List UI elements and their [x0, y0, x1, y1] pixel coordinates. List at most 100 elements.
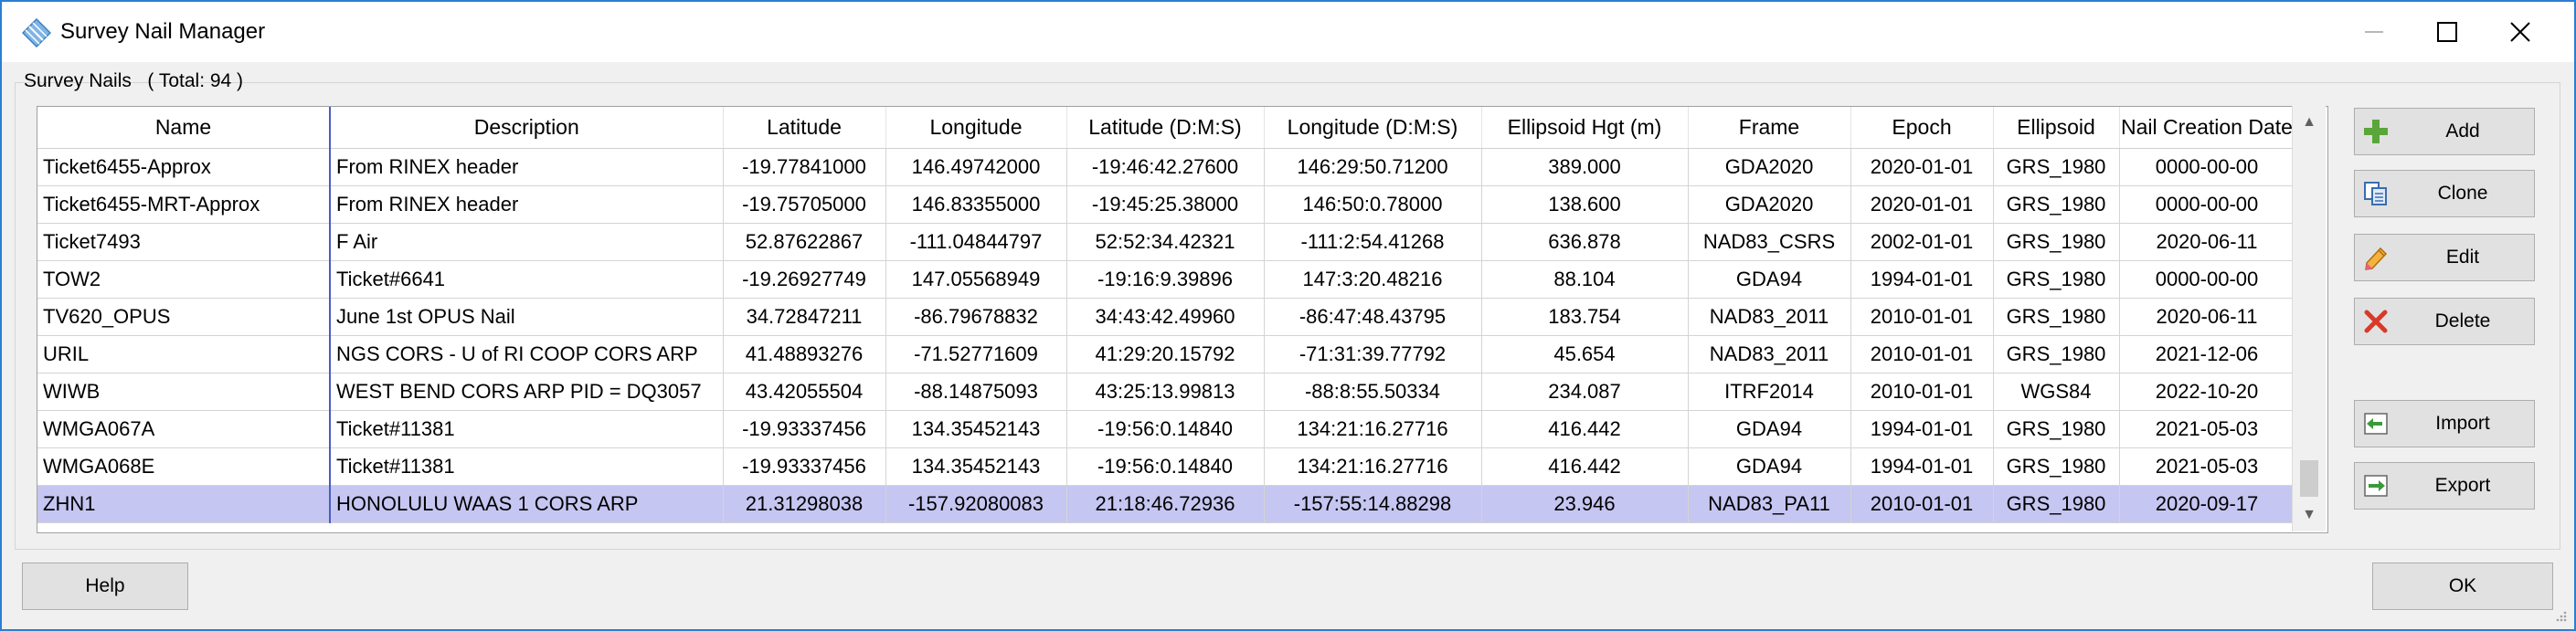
- cell-name: TV620_OPUS: [37, 298, 331, 336]
- cell-epoch: 1994-01-01: [1850, 447, 1994, 486]
- column-header-latitude[interactable]: Latitude: [723, 107, 886, 149]
- cell-nail-creation-date: 0000-00-00: [2119, 185, 2295, 224]
- clone-button-label: Clone: [2437, 183, 2488, 204]
- cell-name: Ticket7493: [37, 223, 331, 261]
- cell-description: WEST BEND CORS ARP PID = DQ3057: [330, 373, 724, 411]
- table-row[interactable]: ZHN1 HONOLULU WAAS 1 CORS ARP 21.31298038-…: [37, 485, 2295, 523]
- column-header-longitude-dms[interactable]: Longitude (D:M:S): [1264, 107, 1482, 149]
- cell-longitude-dms: 134:21:16.27716: [1264, 447, 1482, 486]
- cell-longitude: -86.79678832: [885, 298, 1067, 336]
- resize-grip-icon[interactable]: [2554, 609, 2567, 622]
- app-logo-icon: [22, 18, 51, 47]
- cell-latitude: -19.26927749: [723, 260, 886, 299]
- cell-frame: GDA94: [1688, 410, 1851, 448]
- cell-longitude-dms: -157:55:14.88298: [1264, 485, 1482, 523]
- table-row[interactable]: TOW2 Ticket#6641 -19.26927749 147.05568949-…: [37, 260, 2295, 299]
- import-button[interactable]: Import: [2354, 400, 2535, 447]
- cell-ellipsoid: GRS_1980: [1993, 298, 2120, 336]
- table-row[interactable]: Ticket6455-Approx From RINEX header -19.77…: [37, 148, 2295, 186]
- minimize-button[interactable]: [2337, 9, 2411, 55]
- table-row[interactable]: WMGA067A Ticket#11381 -19.93337456 134.3545…: [37, 410, 2295, 448]
- group-title: Survey Nails: [24, 70, 132, 91]
- cell-name: WIWB: [37, 373, 331, 411]
- cell-description: June 1st OPUS Nail: [330, 298, 724, 336]
- column-header-epoch[interactable]: Epoch: [1850, 107, 1994, 149]
- cell-description: Ticket#11381: [330, 410, 724, 448]
- cell-latitude: 43.42055504: [723, 373, 886, 411]
- scroll-down-icon[interactable]: ▼: [2293, 499, 2326, 531]
- cell-latitude-dms: 43:25:13.99813: [1066, 373, 1265, 411]
- pencil-icon: [2365, 247, 2388, 270]
- table-row[interactable]: WMGA068E Ticket#11381 -19.93337456 134.3545…: [37, 447, 2295, 486]
- cell-latitude: 52.87622867: [723, 223, 886, 261]
- add-button[interactable]: Add: [2354, 108, 2535, 155]
- cell-nail-creation-date: 0000-00-00: [2119, 260, 2295, 299]
- cell-longitude-dms: 147:3:20.48216: [1264, 260, 1482, 299]
- help-button[interactable]: Help: [22, 563, 188, 610]
- cell-ellipsoid: WGS84: [1993, 373, 2120, 411]
- table-row[interactable]: Ticket7493 F Air 52.87622867 -111.04844797 5…: [37, 223, 2295, 261]
- cell-longitude-dms: -86:47:48.43795: [1264, 298, 1482, 336]
- cell-frame: NAD83_CSRS: [1688, 223, 1851, 261]
- column-header-ellipsoid[interactable]: Ellipsoid: [1993, 107, 2120, 149]
- export-button[interactable]: Export: [2354, 462, 2535, 510]
- cell-longitude: -71.52771609: [885, 335, 1067, 373]
- cell-longitude: 147.05568949: [885, 260, 1067, 299]
- close-icon: [2510, 22, 2530, 42]
- table-row[interactable]: Ticket6455-MRT-Approx From RINEX header -1…: [37, 185, 2295, 224]
- scrollbar-thumb[interactable]: [2300, 460, 2318, 497]
- column-header-nail-creation-date[interactable]: Nail Creation Date: [2119, 107, 2295, 149]
- cell-frame: ITRF2014: [1688, 373, 1851, 411]
- column-header-longitude[interactable]: Longitude: [885, 107, 1067, 149]
- title-bar[interactable]: Survey Nail Manager: [2, 2, 2574, 62]
- cell-ellipsoid-hgt: 183.754: [1481, 298, 1689, 336]
- table-header-row: Name Description Latitude Longitude Lati…: [37, 107, 2295, 149]
- delete-x-icon: [2364, 310, 2388, 333]
- cell-latitude: -19.75705000: [723, 185, 886, 224]
- cell-description: NGS CORS - U of RI COOP CORS ARP: [330, 335, 724, 373]
- cell-epoch: 2010-01-01: [1850, 373, 1994, 411]
- cell-ellipsoid: GRS_1980: [1993, 185, 2120, 224]
- plus-icon: [2364, 120, 2388, 143]
- delete-button[interactable]: Delete: [2354, 298, 2535, 345]
- cell-epoch: 2020-01-01: [1850, 185, 1994, 224]
- cell-ellipsoid-hgt: 45.654: [1481, 335, 1689, 373]
- cell-latitude: -19.93337456: [723, 447, 886, 486]
- column-header-description[interactable]: Description: [330, 107, 724, 149]
- cell-epoch: 2010-01-01: [1850, 335, 1994, 373]
- column-header-latitude-dms[interactable]: Latitude (D:M:S): [1066, 107, 1265, 149]
- table-row[interactable]: WIWB WEST BEND CORS ARP PID = DQ3057 43.42…: [37, 373, 2295, 411]
- scroll-up-icon[interactable]: ▲: [2293, 106, 2326, 139]
- cell-latitude: 41.48893276: [723, 335, 886, 373]
- table-row[interactable]: URIL NGS CORS - U of RI COOP CORS ARP 41.4…: [37, 335, 2295, 373]
- cell-ellipsoid: GRS_1980: [1993, 223, 2120, 261]
- column-header-frame[interactable]: Frame: [1688, 107, 1851, 149]
- cell-longitude: -111.04844797: [885, 223, 1067, 261]
- survey-nails-group-label: Survey Nails ( Total: 94 ): [24, 69, 243, 93]
- survey-nails-table[interactable]: Name Description Latitude Longitude Lati…: [37, 106, 2328, 533]
- column-header-ellipsoid-hgt[interactable]: Ellipsoid Hgt (m): [1481, 107, 1689, 149]
- minimize-icon: [2365, 31, 2383, 33]
- cell-ellipsoid-hgt: 138.600: [1481, 185, 1689, 224]
- close-button[interactable]: [2484, 9, 2557, 55]
- column-header-name[interactable]: Name: [37, 107, 331, 149]
- survey-nail-manager-window: Survey Nail Manager Survey Nails ( Total…: [0, 0, 2576, 631]
- cell-latitude: 34.72847211: [723, 298, 886, 336]
- cell-latitude: -19.77841000: [723, 148, 886, 186]
- ok-button[interactable]: OK: [2372, 563, 2553, 610]
- cell-ellipsoid-hgt: 234.087: [1481, 373, 1689, 411]
- cell-ellipsoid: GRS_1980: [1993, 335, 2120, 373]
- import-icon: [2364, 413, 2388, 435]
- clone-button[interactable]: Clone: [2354, 170, 2535, 217]
- cell-name: URIL: [37, 335, 331, 373]
- table-row[interactable]: TV620_OPUS June 1st OPUS Nail 34.72847211-…: [37, 298, 2295, 336]
- cell-epoch: 2020-01-01: [1850, 148, 1994, 186]
- cell-nail-creation-date: 0000-00-00: [2119, 148, 2295, 186]
- cell-name: WMGA068E: [37, 447, 331, 486]
- maximize-button[interactable]: [2411, 9, 2484, 55]
- cell-nail-creation-date: 2021-05-03: [2119, 410, 2295, 448]
- table-vertical-scrollbar[interactable]: ▲ ▼: [2292, 106, 2326, 531]
- cell-epoch: 1994-01-01: [1850, 410, 1994, 448]
- edit-button[interactable]: Edit: [2354, 234, 2535, 281]
- cell-epoch: 2010-01-01: [1850, 485, 1994, 523]
